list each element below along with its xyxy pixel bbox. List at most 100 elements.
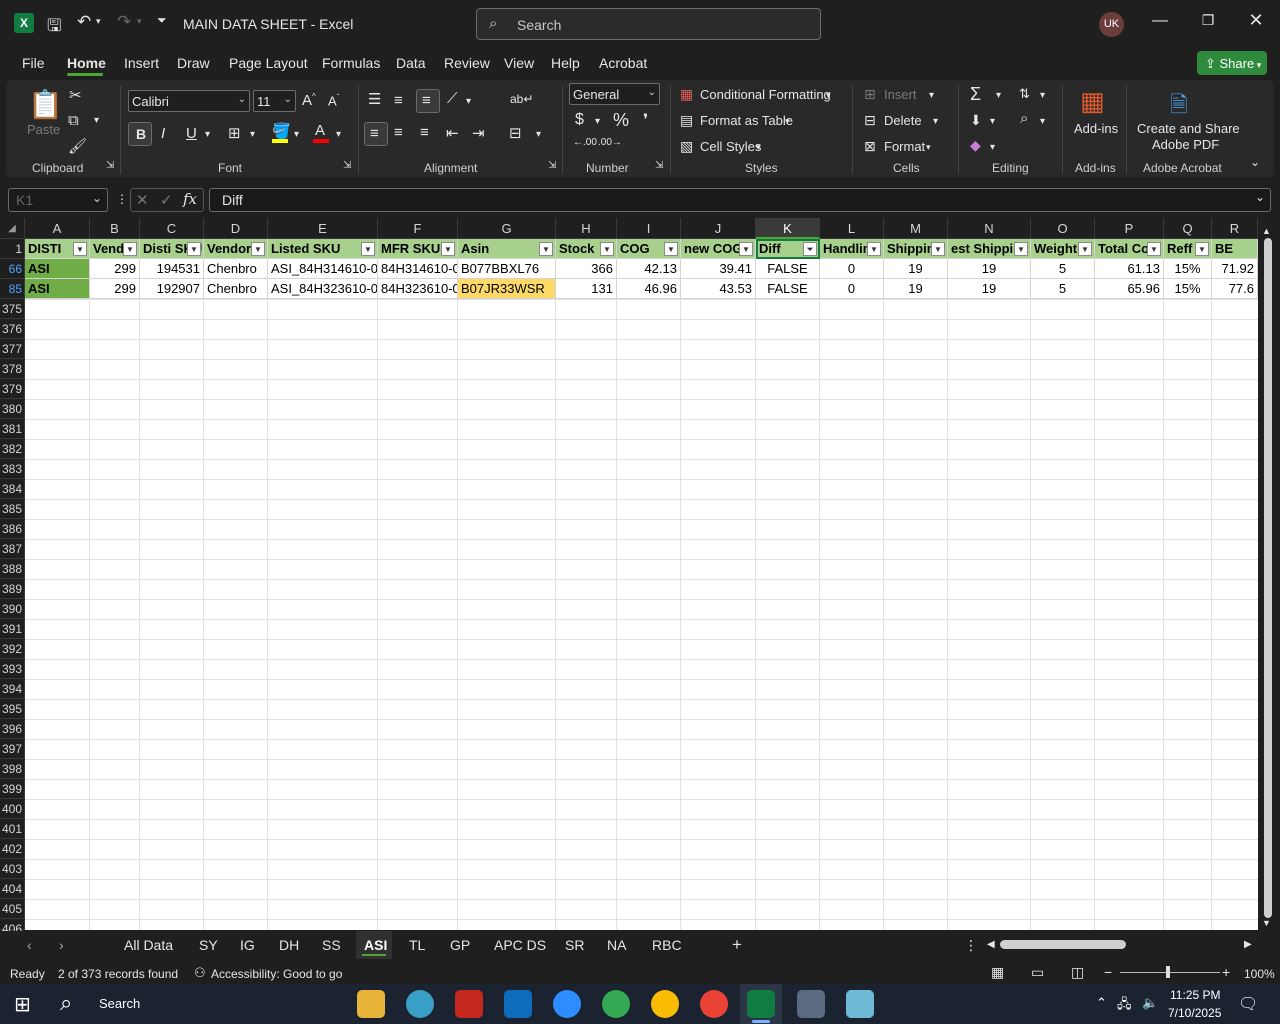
table-cell[interactable]: 0 [820, 259, 884, 279]
sheet-tab-ig[interactable]: IG [240, 937, 255, 953]
format-cells-icon[interactable]: ⊠ [864, 138, 876, 155]
menu-help[interactable]: Help [551, 55, 580, 71]
table-header-cell[interactable]: Listed SKU ▼ [268, 239, 378, 259]
column-header-b[interactable]: B [90, 218, 140, 239]
table-cell[interactable]: 299 [90, 259, 140, 279]
row-header[interactable]: 397 [0, 739, 25, 759]
merge-center-icon[interactable]: ⊟ [509, 124, 522, 142]
table-cell[interactable]: 19 [884, 259, 948, 279]
underline-button[interactable]: U [186, 125, 197, 142]
insert-cells-button[interactable]: Insert [884, 87, 917, 102]
share-button[interactable]: ⇪ Share ▾ [1197, 51, 1267, 75]
table-cell[interactable]: 15% [1164, 259, 1212, 279]
sheet-tab-gp[interactable]: GP [450, 937, 470, 953]
normal-view-icon[interactable]: ▦ [991, 964, 1004, 981]
scroll-right-icon[interactable]: ▶ [1244, 939, 1252, 950]
copy-icon[interactable]: ⧉ [68, 112, 79, 129]
horizontal-scroll-thumb[interactable] [1000, 940, 1126, 949]
filter-dropdown-icon[interactable]: ▼ [539, 242, 553, 256]
tab-options-icon[interactable]: ⋮ [964, 937, 978, 954]
search-box[interactable]: ⌕ Search [476, 8, 821, 40]
minimize-icon[interactable]: — [1145, 12, 1175, 30]
row-header[interactable]: 377 [0, 339, 25, 359]
row-header[interactable]: 401 [0, 819, 25, 839]
table-cell[interactable]: 71.92 [1212, 259, 1258, 279]
redo-icon[interactable]: ↷ [117, 12, 131, 32]
sheet-tab-tl[interactable]: TL [409, 937, 425, 953]
column-header-r[interactable]: R [1212, 218, 1258, 239]
autosum-icon[interactable]: Σ [970, 84, 981, 105]
fat-dropdown-icon[interactable]: ▾ [785, 116, 790, 127]
autosum-dropdown-icon[interactable]: ▾ [996, 90, 1001, 101]
column-header-q[interactable]: Q [1164, 218, 1212, 239]
orientation-dropdown-icon[interactable]: ▾ [466, 96, 471, 107]
chrome-profile-2-icon[interactable] [700, 990, 728, 1018]
row-header[interactable]: 387 [0, 539, 25, 559]
currency-dropdown-icon[interactable]: ▾ [595, 116, 600, 127]
filter-dropdown-icon[interactable]: ▼ [1014, 242, 1028, 256]
row-header[interactable]: 375 [0, 299, 25, 319]
filezilla-icon[interactable] [455, 990, 483, 1018]
row-header[interactable]: 380 [0, 399, 25, 419]
font-color-icon[interactable]: A [315, 122, 325, 139]
table-cell[interactable]: FALSE [756, 259, 820, 279]
windows-start-icon[interactable]: ⊞ [14, 992, 31, 1017]
status-accessibility[interactable]: Accessibility: Good to go [211, 967, 342, 981]
orientation-icon[interactable]: ⟋ [447, 90, 458, 107]
add-sheet-button[interactable]: + [732, 935, 742, 955]
table-header-cell[interactable]: Stock ▼ [556, 239, 617, 259]
column-header-i[interactable]: I [617, 218, 681, 239]
delete-dropdown-icon[interactable]: ▾ [933, 116, 938, 127]
format-cells-button[interactable]: Format [884, 139, 925, 154]
add-ins-button[interactable]: Add-ins [1074, 121, 1118, 136]
sheet-tab-dh[interactable]: DH [279, 937, 299, 953]
filter-dropdown-icon[interactable]: ▼ [739, 242, 753, 256]
row-header[interactable]: 383 [0, 459, 25, 479]
row-header[interactable]: 385 [0, 499, 25, 519]
filter-dropdown-icon[interactable]: ▼ [187, 242, 201, 256]
accessibility-icon[interactable]: ⚇ [194, 965, 206, 981]
volume-icon[interactable]: 🔈 [1142, 995, 1158, 1011]
file-explorer-icon[interactable] [357, 990, 385, 1018]
table-cell[interactable]: B07JR33WSR [458, 279, 556, 299]
user-avatar[interactable]: UK [1099, 12, 1124, 37]
row-header[interactable]: 386 [0, 519, 25, 539]
table-header-cell[interactable]: new COG ▼ [681, 239, 756, 259]
alignment-launcher-icon[interactable]: ⇲ [548, 160, 556, 171]
row-header[interactable]: 392 [0, 639, 25, 659]
sheet-tab-ss[interactable]: SS [322, 937, 341, 953]
table-cell[interactable]: 84H314610-0 [378, 259, 458, 279]
align-right-icon[interactable]: ≡ [420, 124, 429, 141]
filter-dropdown-icon[interactable]: ▼ [441, 242, 455, 256]
enter-icon[interactable]: ✓ [160, 191, 173, 209]
next-sheet-icon[interactable]: › [59, 937, 64, 953]
column-header-e[interactable]: E [268, 218, 378, 239]
italic-button[interactable]: I [161, 125, 165, 142]
taskbar-date[interactable]: 7/10/2025 [1168, 1006, 1221, 1020]
format-as-table-button[interactable]: Format as Table [700, 113, 793, 128]
increase-font-icon[interactable]: A^ [302, 92, 316, 109]
wrap-text-icon[interactable]: ab↵ [510, 92, 533, 106]
menu-data[interactable]: Data [396, 55, 426, 71]
copy-dropdown-icon[interactable]: ▾ [94, 115, 99, 126]
table-header-cell[interactable]: COG ▼ [617, 239, 681, 259]
align-top-icon[interactable]: ☰ [368, 90, 381, 108]
row-header[interactable]: 396 [0, 719, 25, 739]
zoom-level[interactable]: 100% [1244, 967, 1275, 981]
table-cell[interactable]: 194531 [140, 259, 204, 279]
row-header[interactable]: 382 [0, 439, 25, 459]
comma-style-icon[interactable]: ❜ [643, 110, 648, 130]
row-header[interactable]: 388 [0, 559, 25, 579]
row-header[interactable]: 402 [0, 839, 25, 859]
row-header[interactable]: 390 [0, 599, 25, 619]
filter-dropdown-icon[interactable]: ▼ [1147, 242, 1161, 256]
table-cell[interactable]: 39.41 [681, 259, 756, 279]
menu-review[interactable]: Review [444, 55, 490, 71]
table-cell[interactable]: 19 [948, 259, 1031, 279]
table-header-cell[interactable]: Weight ▼ [1031, 239, 1095, 259]
menu-file[interactable]: File [22, 55, 45, 71]
cf-dropdown-icon[interactable]: ▾ [826, 90, 831, 101]
sheet-tab-sr[interactable]: SR [565, 937, 584, 953]
table-cell[interactable]: ASI_84H314610-0( [268, 259, 378, 279]
cut-icon[interactable]: ✂ [69, 86, 82, 104]
